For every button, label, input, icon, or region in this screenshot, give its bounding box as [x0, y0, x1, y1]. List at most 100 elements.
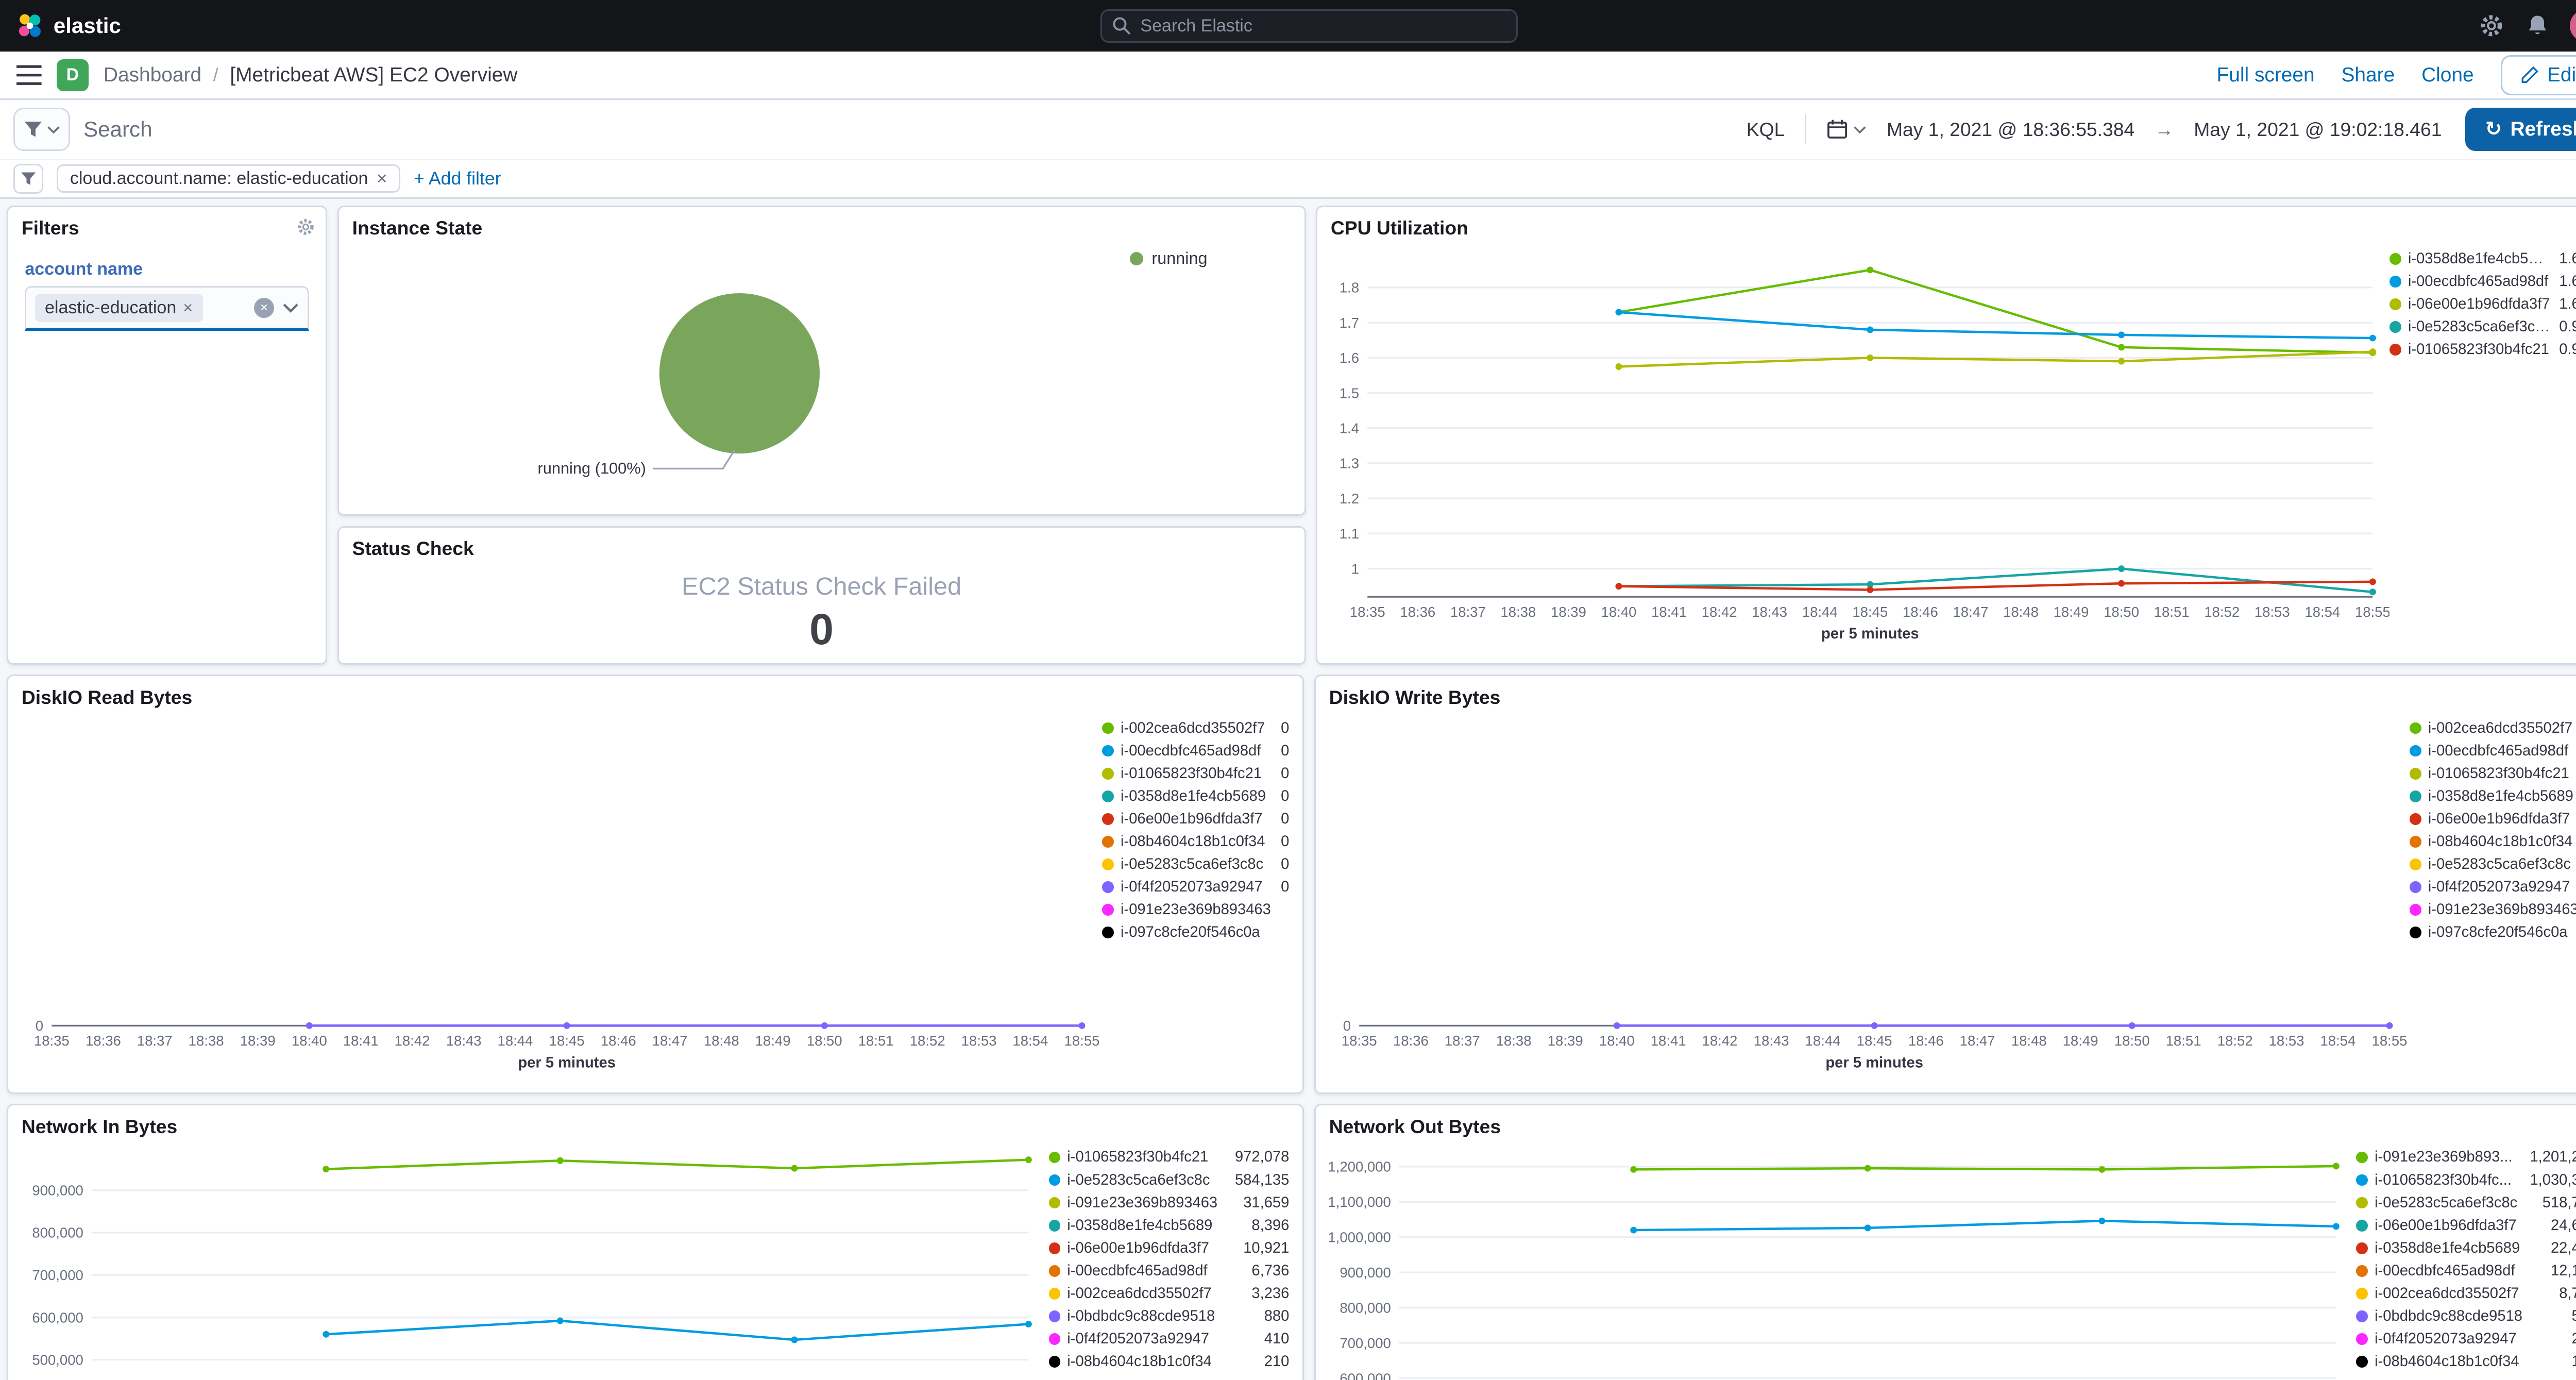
legend-item[interactable]: i-0e5283c5ca6ef3c8c 584,135 — [1048, 1169, 1289, 1191]
filter-pill[interactable]: cloud.account.name: elastic-education × — [57, 164, 401, 193]
global-search-input[interactable] — [1140, 15, 1506, 36]
panel-options-icon[interactable] — [296, 217, 316, 237]
svg-text:18:53: 18:53 — [961, 1033, 997, 1049]
legend-item[interactable]: i-06e00e1b96dfda3f7 10,921 — [1048, 1237, 1290, 1259]
legend-item[interactable]: i-08b4604c18b1c0f340 — [1102, 830, 1289, 853]
legend-item[interactable]: i-08b4604c18b1c0f34 196 — [2356, 1351, 2576, 1373]
legend-item[interactable]: i-091e23e369b893463 — [2410, 899, 2576, 921]
breadcrumb-dashboard[interactable]: Dashboard — [104, 64, 201, 87]
selected-option-pill[interactable]: elastic-education × — [35, 293, 203, 322]
legend-item[interactable]: i-0e5283c5ca6ef3c8c 0.934 — [2389, 315, 2576, 338]
account-name-combobox[interactable]: elastic-education × × — [25, 285, 309, 331]
legend-item[interactable]: i-0f4f2052073a92947 208 — [2356, 1328, 2576, 1351]
legend-item[interactable]: i-097c8cfe20f546c0a — [1102, 921, 1289, 944]
clone-link[interactable]: Clone — [2421, 64, 2474, 87]
elastic-logo[interactable]: elastic — [16, 12, 121, 39]
pie-slice-running[interactable] — [659, 293, 820, 453]
legend-item[interactable]: i-00ecdbfc465ad98df 6,736 — [1048, 1259, 1289, 1282]
legend-item[interactable]: i-0358d8e1fe4cb5689 1.615 — [2389, 247, 2576, 270]
page-title: [Metricbeat AWS] EC2 Overview — [230, 63, 518, 86]
legend-color-dot — [2389, 344, 2401, 356]
legend-item[interactable]: i-00ecdbfc465ad98df0 — [1102, 739, 1289, 762]
refresh-icon: ↻ — [2485, 117, 2502, 140]
logo-text: elastic — [53, 13, 121, 38]
legend-item[interactable]: i-0358d8e1fe4cb56890 — [1102, 785, 1289, 807]
legend-item[interactable]: i-06e00e1b96dfda3f70 — [1102, 807, 1289, 830]
legend-series-name: i-0358d8e1fe4cb5689 — [2408, 250, 2551, 267]
date-range-start[interactable]: May 1, 2021 @ 18:36:55.384 — [1887, 119, 2134, 141]
full-screen-link[interactable]: Full screen — [2217, 64, 2315, 87]
legend-item[interactable]: running — [1130, 249, 1208, 268]
legend-series-name: i-0bdbdc9c88cde9518 — [1067, 1308, 1215, 1324]
legend-item[interactable]: i-097c8cfe20f546c0a — [2410, 921, 2576, 944]
svg-text:18:54: 18:54 — [1012, 1033, 1048, 1049]
share-link[interactable]: Share — [2341, 64, 2395, 87]
legend-series-value: 410 — [1264, 1331, 1290, 1348]
legend-item[interactable]: i-06e00e1b96dfda3f7 24,685 — [2356, 1214, 2576, 1237]
legend-item[interactable]: i-01065823f30b4fc210 — [2410, 762, 2576, 785]
panel-network-out-bytes: Network Out Bytes 400,000500,000600,0007… — [1314, 1104, 2576, 1380]
refresh-button[interactable]: ↻ Refresh — [2465, 108, 2576, 152]
legend-series-name: i-0f4f2052073a92947 — [1067, 1331, 1209, 1348]
legend-item[interactable]: i-0358d8e1fe4cb5689 8,396 — [1048, 1214, 1289, 1237]
pie-canvas: running (100%) — [537, 293, 820, 477]
legend-item[interactable]: i-06e00e1b96dfda3f70 — [2410, 807, 2576, 830]
remove-filter-icon[interactable]: × — [377, 168, 387, 189]
remove-option-icon[interactable]: × — [183, 298, 193, 317]
legend-item[interactable]: i-01065823f30b4fc210 — [1102, 762, 1289, 785]
date-quick-select-button[interactable] — [1820, 119, 1873, 140]
chart-canvas: 018:35 18:36 18:37 18:38 18:39 18:40 18:41 18:4… — [34, 1018, 1100, 1071]
edit-button[interactable]: Edit — [2500, 55, 2576, 95]
legend-item[interactable]: i-0358d8e1fe4cb5689 22,498 — [2356, 1237, 2576, 1259]
global-search[interactable] — [1100, 9, 1518, 43]
legend-series-name: i-0e5283c5ca6ef3c8c — [2408, 318, 2551, 335]
chevron-down-icon[interactable] — [282, 302, 299, 314]
legend-color-dot — [1048, 1219, 1061, 1232]
add-filter-button[interactable]: + Add filter — [414, 168, 501, 189]
svg-text:18:35: 18:35 — [1350, 604, 1385, 620]
legend-item[interactable]: i-00ecdbfc465ad98df 1.656 — [2389, 270, 2576, 293]
menu-icon[interactable] — [16, 64, 42, 86]
svg-text:1,200,000: 1,200,000 — [1328, 1159, 1391, 1175]
saved-query-menu-button[interactable] — [13, 108, 71, 152]
legend-item[interactable]: i-0358d8e1fe4cb56890 — [2410, 785, 2576, 807]
legend-item[interactable]: i-0e5283c5ca6ef3c8c 518,768 — [2356, 1191, 2576, 1214]
legend-item[interactable]: i-002cea6dcd35502f7 3,236 — [1048, 1282, 1289, 1305]
legend-item[interactable]: i-091e23e369b893463 31,659 — [1048, 1191, 1289, 1214]
legend-item[interactable]: i-06e00e1b96dfda3f7 1.617 — [2389, 293, 2576, 315]
gear-icon[interactable] — [2478, 12, 2505, 39]
legend-item[interactable]: i-0e5283c5ca6ef3c8c0 — [2410, 853, 2576, 876]
legend-item[interactable]: i-0bdbdc9c88cde9518 880 — [1048, 1305, 1289, 1327]
legend-item[interactable]: i-08b4604c18b1c0f34 210 — [1048, 1351, 1289, 1373]
legend-item[interactable]: i-0f4f2052073a92947 410 — [1048, 1328, 1290, 1351]
query-language-selector[interactable]: KQL — [1740, 119, 1791, 141]
legend-series-value: 1.656 — [2559, 273, 2576, 290]
bell-icon[interactable] — [2525, 13, 2550, 39]
legend-item[interactable]: i-01065823f30b4fc21 972,078 — [1048, 1146, 1289, 1169]
legend-item[interactable]: i-0bdbdc9c88cde9518 588 — [2356, 1305, 2576, 1327]
legend-item[interactable]: i-0e5283c5ca6ef3c8c0 — [1102, 853, 1289, 876]
legend-item[interactable]: i-002cea6dcd35502f70 — [2410, 717, 2576, 739]
query-input[interactable] — [83, 117, 1726, 142]
legend-series-value: 10,921 — [1243, 1239, 1290, 1256]
filter-options-icon[interactable] — [13, 163, 44, 194]
date-range-end[interactable]: May 1, 2021 @ 19:02:18.461 — [2194, 119, 2442, 141]
svg-text:18:38: 18:38 — [1496, 1033, 1531, 1049]
legend-item[interactable]: i-0f4f2052073a929470 — [1102, 876, 1289, 899]
legend-color-dot — [2389, 276, 2401, 288]
legend-item[interactable]: i-002cea6dcd35502f70 — [1102, 717, 1289, 739]
legend-item[interactable]: i-08b4604c18b1c0f340 — [2410, 830, 2576, 853]
legend-item[interactable]: i-091e23e369b893463 — [1102, 899, 1289, 921]
user-avatar[interactable]: m — [2570, 10, 2576, 42]
legend-item[interactable]: i-091e23e369b893... 1,201,252 — [2356, 1146, 2576, 1169]
diskio-write-legend: i-002cea6dcd35502f70i-00ecdbfc465ad98df0… — [2410, 712, 2576, 1092]
legend-color-dot — [1048, 1310, 1061, 1322]
legend-item[interactable]: i-0f4f2052073a929470 — [2410, 876, 2576, 899]
legend-item[interactable]: i-002cea6dcd35502f7 8,779 — [2356, 1282, 2576, 1305]
legend-item[interactable]: i-01065823f30b4fc... 1,030,384 — [2356, 1169, 2576, 1191]
legend-item[interactable]: i-00ecdbfc465ad98df0 — [2410, 739, 2576, 762]
space-badge[interactable]: D — [57, 59, 89, 91]
clear-selection-icon[interactable]: × — [254, 297, 275, 318]
legend-item[interactable]: i-01065823f30b4fc21 0.963 — [2389, 339, 2576, 361]
legend-item[interactable]: i-00ecdbfc465ad98df 12,176 — [2356, 1259, 2576, 1282]
